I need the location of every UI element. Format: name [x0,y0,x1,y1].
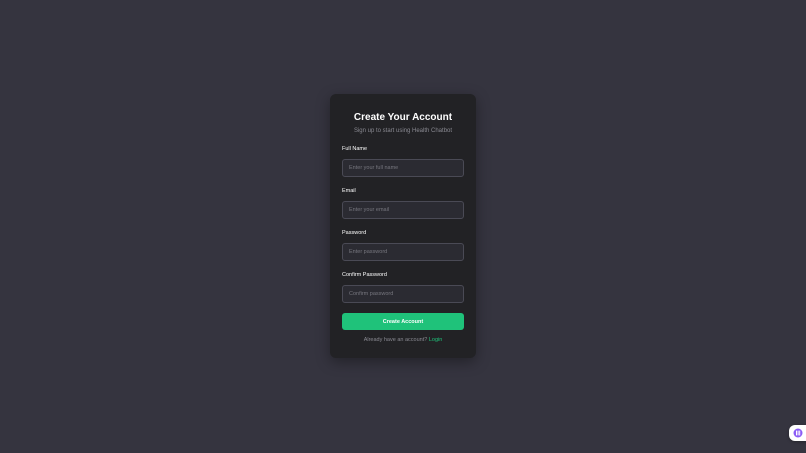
submit-area: Create Account Already have an account? … [342,313,464,344]
field-confirm-password: Confirm Password [342,272,464,303]
login-prompt-text: Already have an account? [363,337,428,343]
email-input[interactable] [342,201,464,219]
password-input[interactable] [342,243,464,261]
field-password: Password [342,230,464,261]
confirm-password-input[interactable] [342,285,464,303]
page-subtitle: Sign up to start using Health Chatbot [353,128,453,134]
chat-widget-icon [793,428,803,438]
login-prompt: Already have an account? Login [342,337,464,344]
email-label: Email [342,188,356,194]
signup-card: Create Your Account Sign up to start usi… [330,94,476,358]
field-email: Email [342,188,464,219]
chat-widget-button[interactable] [789,425,806,441]
field-full-name: Full Name [342,146,464,177]
page-title: Create Your Account [353,112,453,123]
login-link[interactable]: Login [429,337,442,343]
full-name-input[interactable] [342,159,464,177]
create-account-button[interactable]: Create Account [342,313,464,330]
password-label: Password [342,230,367,236]
full-name-label: Full Name [342,146,368,152]
confirm-password-label: Confirm Password [342,272,387,278]
